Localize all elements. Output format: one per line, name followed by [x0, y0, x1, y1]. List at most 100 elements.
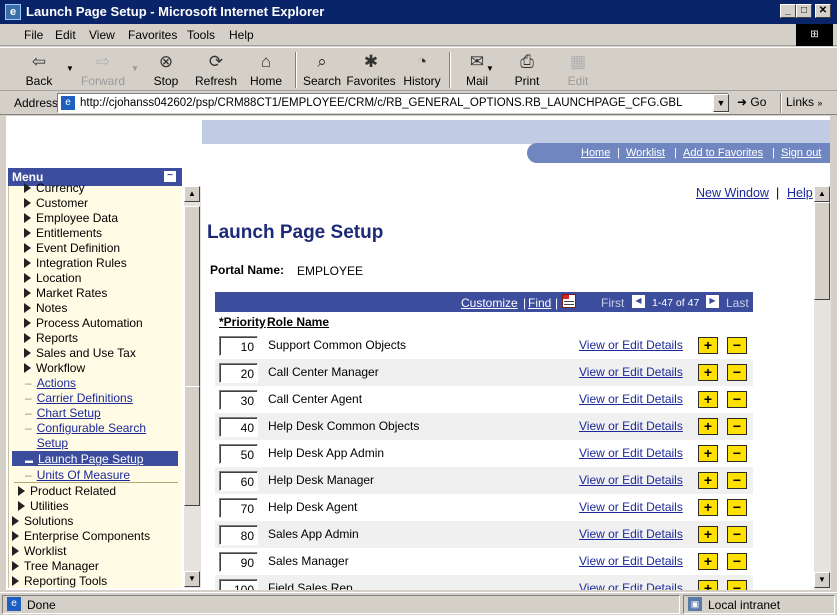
menu-item-carrier-definitions[interactable]: – Carrier Definitions — [25, 391, 133, 405]
view-edit-details-link[interactable]: View or Edit Details — [579, 473, 683, 487]
add-to-favorites-link[interactable]: Add to Favorites — [683, 147, 763, 159]
previous-icon[interactable]: ◀ — [632, 295, 645, 308]
menu-item-product-related[interactable]: Product Related — [18, 484, 116, 498]
menu-item-customer[interactable]: Customer — [24, 196, 88, 210]
view-edit-details-link[interactable]: View or Edit Details — [579, 365, 683, 379]
add-row-button[interactable]: + — [698, 472, 718, 489]
forward-button[interactable]: ⇨ Forward — [78, 50, 128, 88]
view-edit-details-link[interactable]: View or Edit Details — [579, 554, 683, 568]
scroll-thumb[interactable] — [184, 386, 200, 506]
menu-item-chart-setup[interactable]: – Chart Setup — [25, 406, 101, 420]
delete-row-button[interactable]: − — [727, 391, 747, 408]
worklist-link[interactable]: Worklist — [626, 147, 665, 159]
menu-file[interactable]: File — [24, 28, 43, 42]
customize-link[interactable]: Customize — [461, 296, 518, 310]
view-edit-details-link[interactable]: View or Edit Details — [579, 338, 683, 352]
page-scrollbar[interactable]: ▲ ▼ — [814, 186, 831, 590]
history-button[interactable]: ◔ History — [397, 50, 447, 88]
menu-item-worklist[interactable]: Worklist — [12, 544, 66, 558]
menu-item-employee-data[interactable]: Employee Data — [24, 211, 118, 225]
menu-item-reporting-tools[interactable]: Reporting Tools — [12, 574, 107, 588]
back-dropdown-icon[interactable]: ▼ — [66, 64, 74, 73]
priority-input[interactable]: 50 — [219, 444, 258, 464]
go-button[interactable]: ➜ Go — [737, 95, 766, 109]
edit-button[interactable]: ▦ Edit — [553, 50, 603, 88]
delete-row-button[interactable]: − — [727, 445, 747, 462]
menu-item-sales-and-use-tax[interactable]: Sales and Use Tax — [24, 346, 136, 360]
next-icon[interactable]: ▶ — [706, 295, 719, 308]
delete-row-button[interactable]: − — [727, 580, 747, 590]
mail-dropdown-icon[interactable]: ▼ — [486, 64, 494, 73]
menu-item-integration-rules[interactable]: Integration Rules — [24, 256, 127, 270]
add-row-button[interactable]: + — [698, 499, 718, 516]
address-input[interactable]: e http://cjohanss042602/psp/CRM88CT1/EMP… — [57, 93, 729, 113]
delete-row-button[interactable]: − — [727, 472, 747, 489]
menu-item-actions[interactable]: – Actions — [25, 376, 76, 390]
view-edit-details-link[interactable]: View or Edit Details — [579, 419, 683, 433]
back-button[interactable]: ⇦ Back — [14, 50, 64, 88]
menu-view[interactable]: View — [89, 28, 115, 42]
delete-row-button[interactable]: − — [727, 337, 747, 354]
menu-item-tree-manager[interactable]: Tree Manager — [12, 559, 99, 573]
delete-row-button[interactable]: − — [727, 418, 747, 435]
print-button[interactable]: ⎙ Print — [502, 50, 552, 88]
priority-input[interactable]: 10 — [219, 336, 258, 356]
stop-button[interactable]: ⊗ Stop — [141, 50, 191, 88]
add-row-button[interactable]: + — [698, 526, 718, 543]
maximize-button[interactable]: □ — [796, 4, 812, 18]
add-row-button[interactable]: + — [698, 364, 718, 381]
home-button[interactable]: ⌂ Home — [241, 50, 291, 88]
menu-item-entitlements[interactable]: Entitlements — [24, 226, 102, 240]
favorites-button[interactable]: ✱ Favorites — [346, 50, 396, 88]
menu-item-market-rates[interactable]: Market Rates — [24, 286, 107, 300]
view-edit-details-link[interactable]: View or Edit Details — [579, 527, 683, 541]
delete-row-button[interactable]: − — [727, 553, 747, 570]
find-link[interactable]: Find — [528, 296, 551, 310]
menu-item-notes[interactable]: Notes — [24, 301, 67, 315]
menu-favorites[interactable]: Favorites — [128, 28, 177, 42]
home-link[interactable]: Home — [581, 147, 610, 159]
priority-input[interactable]: 40 — [219, 417, 258, 437]
priority-column-header[interactable]: *Priority — [219, 315, 266, 329]
view-edit-details-link[interactable]: View or Edit Details — [579, 446, 683, 460]
view-edit-details-link[interactable]: View or Edit Details — [579, 392, 683, 406]
add-row-button[interactable]: + — [698, 418, 718, 435]
links-button[interactable]: Links » — [786, 95, 822, 109]
close-button[interactable]: ✕ — [815, 4, 831, 18]
priority-input[interactable]: 80 — [219, 525, 258, 545]
add-row-button[interactable]: + — [698, 391, 718, 408]
menu-edit[interactable]: Edit — [55, 28, 76, 42]
menu-item-units-of-measure[interactable]: – Units Of Measure — [25, 468, 130, 482]
view-edit-details-link[interactable]: View or Edit Details — [579, 581, 683, 590]
add-row-button[interactable]: + — [698, 580, 718, 590]
menu-item-location[interactable]: Location — [24, 271, 81, 285]
priority-input[interactable]: 30 — [219, 390, 258, 410]
forward-dropdown-icon[interactable]: ▼ — [131, 64, 139, 73]
add-row-button[interactable]: + — [698, 445, 718, 462]
priority-input[interactable]: 60 — [219, 471, 258, 491]
delete-row-button[interactable]: − — [727, 499, 747, 516]
scroll-down-icon[interactable]: ▼ — [814, 572, 830, 588]
help-link[interactable]: Help — [787, 186, 813, 200]
menu-item-reports[interactable]: Reports — [24, 331, 78, 345]
add-row-button[interactable]: + — [698, 337, 718, 354]
scroll-track[interactable] — [184, 206, 200, 402]
menu-item-solutions[interactable]: Solutions — [12, 514, 73, 528]
menu-item-configurable-search[interactable]: – Configurable Search — [25, 421, 146, 435]
scroll-up-icon[interactable]: ▲ — [184, 186, 200, 202]
priority-input[interactable]: 70 — [219, 498, 258, 518]
menu-help[interactable]: Help — [229, 28, 254, 42]
menu-item-workflow[interactable]: Workflow — [24, 361, 85, 375]
priority-input[interactable]: 20 — [219, 363, 258, 383]
menu-scrollbar[interactable]: ▲ ▼ — [184, 186, 201, 588]
download-grid-icon[interactable] — [562, 294, 576, 308]
scroll-thumb[interactable] — [814, 202, 830, 300]
menu-item-setup[interactable]: –Setup — [25, 436, 68, 450]
scroll-up-icon[interactable]: ▲ — [814, 186, 830, 202]
role-name-column-header[interactable]: Role Name — [267, 315, 329, 329]
search-button[interactable]: ⌕ Search — [297, 50, 347, 88]
menu-tools[interactable]: Tools — [187, 28, 215, 42]
menu-item-enterprise-components[interactable]: Enterprise Components — [12, 529, 150, 543]
mail-button[interactable]: ✉ Mail — [452, 50, 502, 88]
menu-item-currency[interactable]: Currency — [24, 181, 85, 195]
